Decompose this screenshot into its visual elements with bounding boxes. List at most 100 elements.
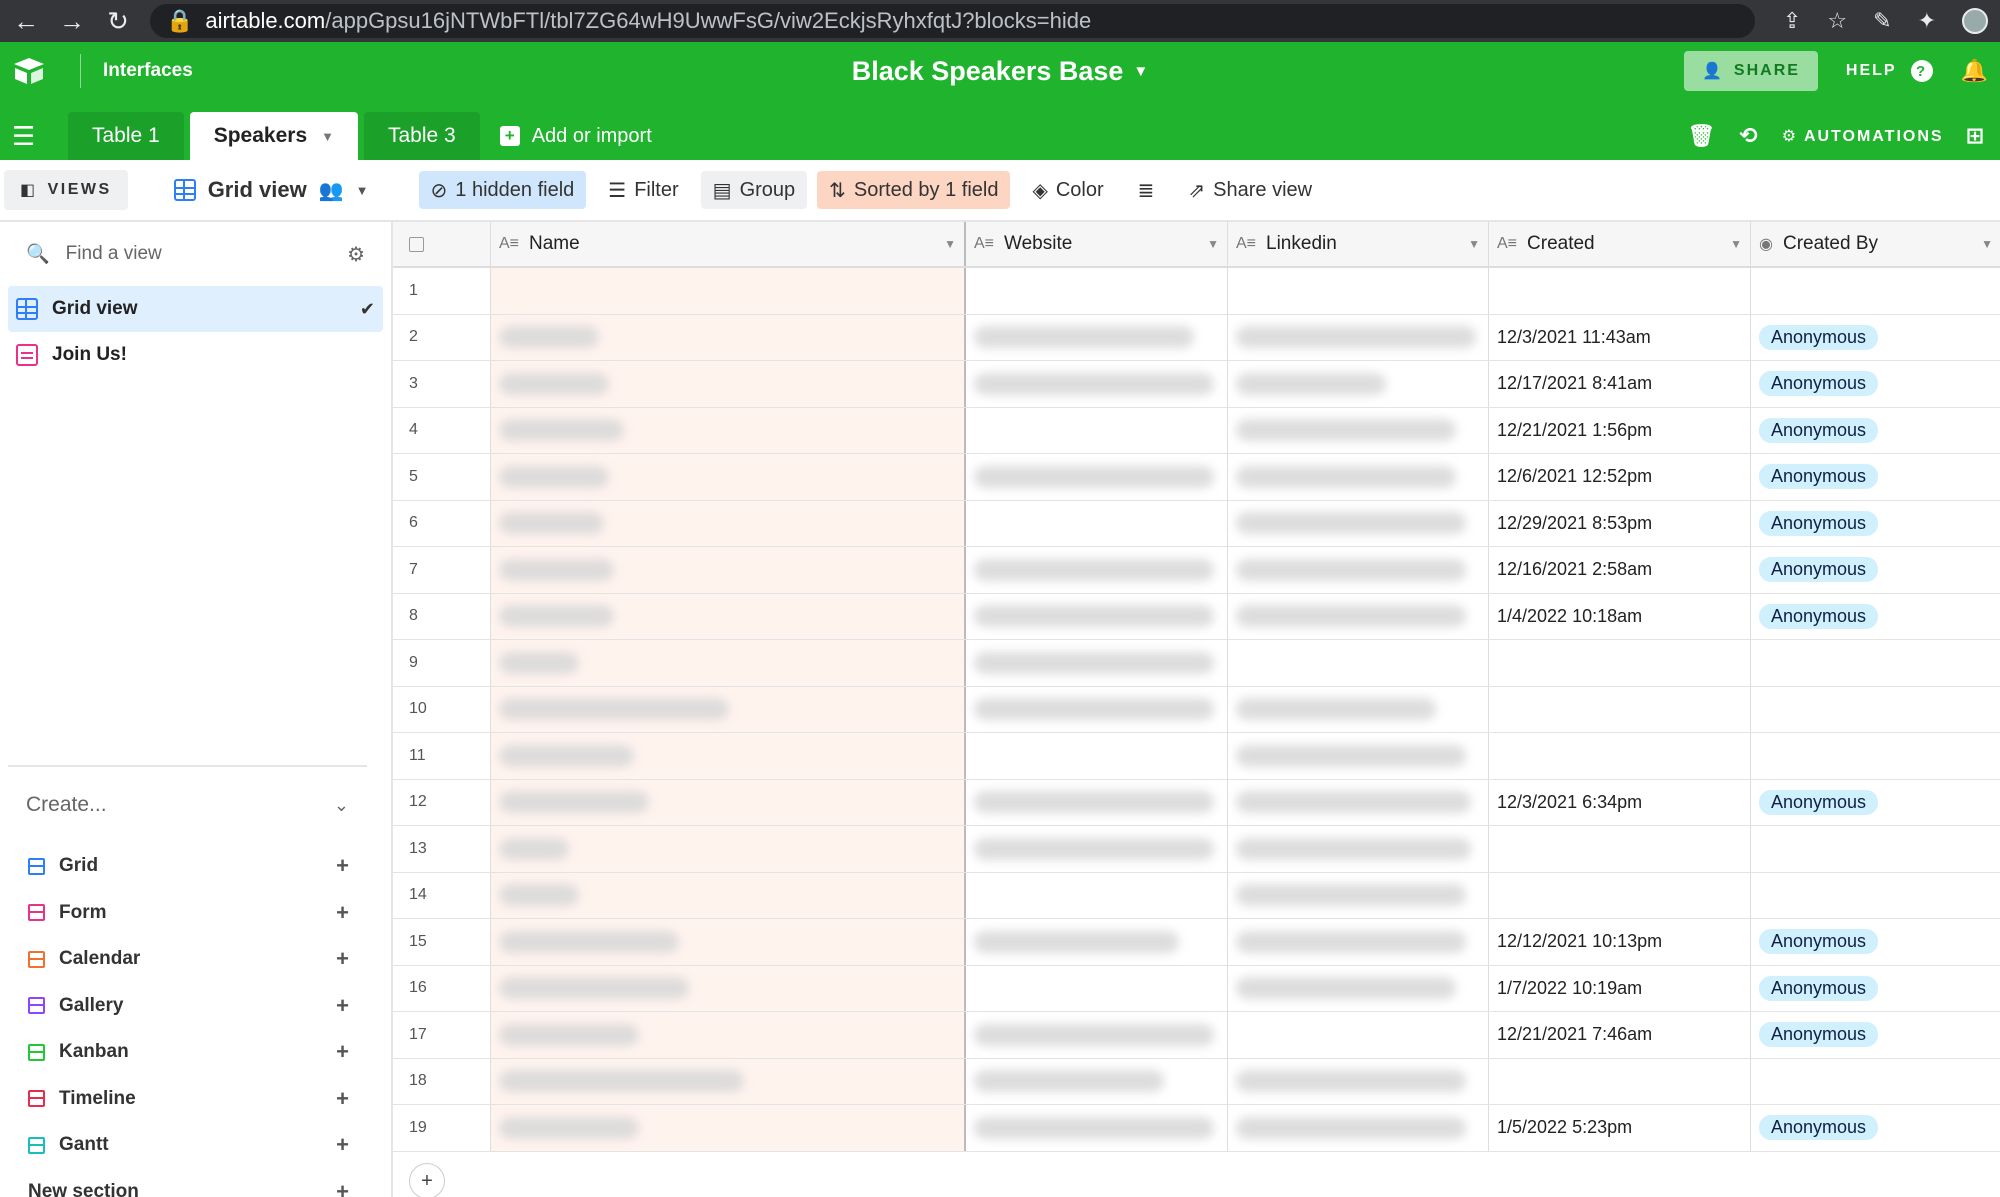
linkedin-cell[interactable] bbox=[1228, 1058, 1489, 1104]
created-cell[interactable]: 12/6/2021 12:52pm bbox=[1489, 454, 1751, 500]
table-row[interactable]: 11 bbox=[393, 733, 2000, 780]
created-by-cell[interactable] bbox=[1751, 826, 2000, 872]
linkedin-cell[interactable] bbox=[1228, 361, 1489, 407]
checkbox[interactable] bbox=[409, 236, 424, 252]
created-cell[interactable] bbox=[1489, 872, 1751, 918]
website-cell[interactable] bbox=[966, 686, 1228, 732]
profile-avatar[interactable] bbox=[1962, 8, 1988, 34]
create-form-button[interactable]: Form + bbox=[8, 890, 367, 937]
forward-icon[interactable]: → bbox=[58, 6, 86, 37]
created-cell[interactable] bbox=[1489, 268, 1751, 314]
create-timeline-button[interactable]: Timeline + bbox=[8, 1076, 367, 1123]
created-by-cell[interactable]: Anonymous bbox=[1751, 547, 2000, 593]
created-cell[interactable]: 12/3/2021 11:43am bbox=[1489, 314, 1751, 360]
linkedin-cell[interactable] bbox=[1228, 500, 1489, 546]
column-header-created[interactable]: A≡ Created ▼ bbox=[1489, 222, 1751, 266]
website-cell[interactable] bbox=[966, 640, 1228, 686]
created-by-cell[interactable] bbox=[1751, 1059, 2000, 1105]
table-row[interactable]: 17 12/21/2021 7:46am Anonymous bbox=[393, 1012, 2000, 1059]
website-cell[interactable] bbox=[966, 454, 1228, 500]
linkedin-cell[interactable] bbox=[1228, 872, 1489, 918]
trash-icon[interactable]: 🗑 bbox=[1687, 123, 1717, 149]
website-cell[interactable] bbox=[966, 826, 1228, 872]
created-cell[interactable]: 1/4/2022 10:18am bbox=[1489, 593, 1751, 639]
name-cell[interactable] bbox=[491, 407, 966, 453]
table-row[interactable]: 12 12/3/2021 6:34pm Anonymous bbox=[393, 779, 2000, 826]
caret-down-icon[interactable]: ▼ bbox=[1468, 237, 1480, 251]
filter-button[interactable]: ☰ Filter bbox=[596, 171, 690, 209]
table-row[interactable]: 7 12/16/2021 2:58am Anonymous bbox=[393, 547, 2000, 594]
website-cell[interactable] bbox=[966, 1012, 1228, 1058]
created-cell[interactable]: 12/29/2021 8:53pm bbox=[1489, 500, 1751, 546]
created-by-cell[interactable] bbox=[1751, 873, 2000, 919]
linkedin-cell[interactable] bbox=[1228, 454, 1489, 500]
table-row[interactable]: 13 bbox=[393, 826, 2000, 873]
table-row[interactable]: 14 bbox=[393, 872, 2000, 919]
create-toggle[interactable]: Create... ⌄ bbox=[8, 767, 367, 843]
column-header-name[interactable]: A≡ Name ▼ bbox=[491, 222, 966, 266]
new-section-button[interactable]: New section + bbox=[8, 1169, 367, 1197]
automations-button[interactable]: ⚙ AUTOMATIONS bbox=[1782, 126, 1944, 146]
created-cell[interactable]: 1/5/2022 5:23pm bbox=[1489, 1105, 1751, 1151]
created-by-cell[interactable]: Anonymous bbox=[1751, 919, 2000, 965]
create-kanban-button[interactable]: Kanban + bbox=[8, 1029, 367, 1076]
linkedin-cell[interactable] bbox=[1228, 407, 1489, 453]
linkedin-cell[interactable] bbox=[1228, 593, 1489, 639]
website-cell[interactable] bbox=[966, 593, 1228, 639]
column-header-linkedin[interactable]: A≡ Linkedin ▼ bbox=[1228, 222, 1489, 266]
history-icon[interactable]: ⟲ bbox=[1739, 123, 1759, 149]
name-cell[interactable] bbox=[491, 593, 966, 639]
apps-icon[interactable]: ⊞ bbox=[1966, 123, 1986, 149]
caret-down-icon[interactable]: ▼ bbox=[1207, 237, 1219, 251]
linkedin-cell[interactable] bbox=[1228, 686, 1489, 732]
view-switcher[interactable]: Grid view 👥 ▼ bbox=[154, 177, 389, 203]
name-cell[interactable] bbox=[491, 361, 966, 407]
back-icon[interactable]: ← bbox=[12, 6, 40, 37]
hamburger-menu-icon[interactable]: ☰ bbox=[12, 112, 42, 160]
add-record-button[interactable]: + bbox=[409, 1163, 445, 1197]
created-cell[interactable] bbox=[1489, 640, 1751, 686]
share-view-button[interactable]: ⇗ Share view bbox=[1176, 171, 1324, 209]
linkedin-cell[interactable] bbox=[1228, 268, 1489, 314]
linkedin-cell[interactable] bbox=[1228, 547, 1489, 593]
table-row[interactable]: 6 12/29/2021 8:53pm Anonymous bbox=[393, 500, 2000, 547]
tab-table-3[interactable]: Table 3 bbox=[364, 112, 480, 160]
table-row[interactable]: 16 1/7/2022 10:19am Anonymous bbox=[393, 965, 2000, 1012]
table-row[interactable]: 5 12/6/2021 12:52pm Anonymous bbox=[393, 454, 2000, 501]
created-by-cell[interactable]: Anonymous bbox=[1751, 361, 2000, 407]
share-page-icon[interactable]: ⇪ bbox=[1783, 8, 1801, 34]
name-cell[interactable] bbox=[491, 779, 966, 825]
table-row[interactable]: 2 12/3/2021 11:43am Anonymous bbox=[393, 314, 2000, 361]
table-row[interactable]: 9 bbox=[393, 640, 2000, 687]
table-row[interactable]: 1 bbox=[393, 268, 2000, 315]
created-by-cell[interactable] bbox=[1751, 268, 2000, 314]
linkedin-cell[interactable] bbox=[1228, 826, 1489, 872]
find-view-search[interactable]: 🔍 Find a view ⚙ bbox=[0, 222, 391, 286]
name-cell[interactable] bbox=[491, 919, 966, 965]
website-cell[interactable] bbox=[966, 314, 1228, 360]
created-by-cell[interactable] bbox=[1751, 640, 2000, 686]
created-by-cell[interactable]: Anonymous bbox=[1751, 454, 2000, 500]
name-cell[interactable] bbox=[491, 733, 966, 779]
address-bar[interactable]: 🔒 airtable.com/appGpsu16jNTWbFTl/tbl7ZG6… bbox=[150, 4, 1755, 38]
tab-speakers[interactable]: Speakers ▼ bbox=[189, 112, 358, 160]
interfaces-link[interactable]: Interfaces bbox=[103, 60, 193, 82]
views-toggle-button[interactable]: ◧ VIEWS bbox=[4, 170, 128, 210]
name-cell[interactable] bbox=[491, 314, 966, 360]
created-cell[interactable]: 12/21/2021 1:56pm bbox=[1489, 407, 1751, 453]
name-cell[interactable] bbox=[491, 1105, 966, 1151]
website-cell[interactable] bbox=[966, 733, 1228, 779]
table-row[interactable]: 18 bbox=[393, 1058, 2000, 1105]
created-cell[interactable]: 12/16/2021 2:58am bbox=[1489, 547, 1751, 593]
column-header-created-by[interactable]: ◉ Created By ▼ bbox=[1751, 222, 2000, 266]
create-gallery-button[interactable]: Gallery + bbox=[8, 983, 367, 1030]
name-cell[interactable] bbox=[491, 268, 966, 314]
linkedin-cell[interactable] bbox=[1228, 779, 1489, 825]
tab-table-1[interactable]: Table 1 bbox=[68, 112, 184, 160]
linkedin-cell[interactable] bbox=[1228, 314, 1489, 360]
website-cell[interactable] bbox=[966, 1058, 1228, 1104]
bell-icon[interactable]: 🔔 bbox=[1961, 58, 1988, 84]
created-cell[interactable]: 12/3/2021 6:34pm bbox=[1489, 779, 1751, 825]
table-row[interactable]: 8 1/4/2022 10:18am Anonymous bbox=[393, 593, 2000, 640]
created-by-cell[interactable]: Anonymous bbox=[1751, 1105, 2000, 1151]
